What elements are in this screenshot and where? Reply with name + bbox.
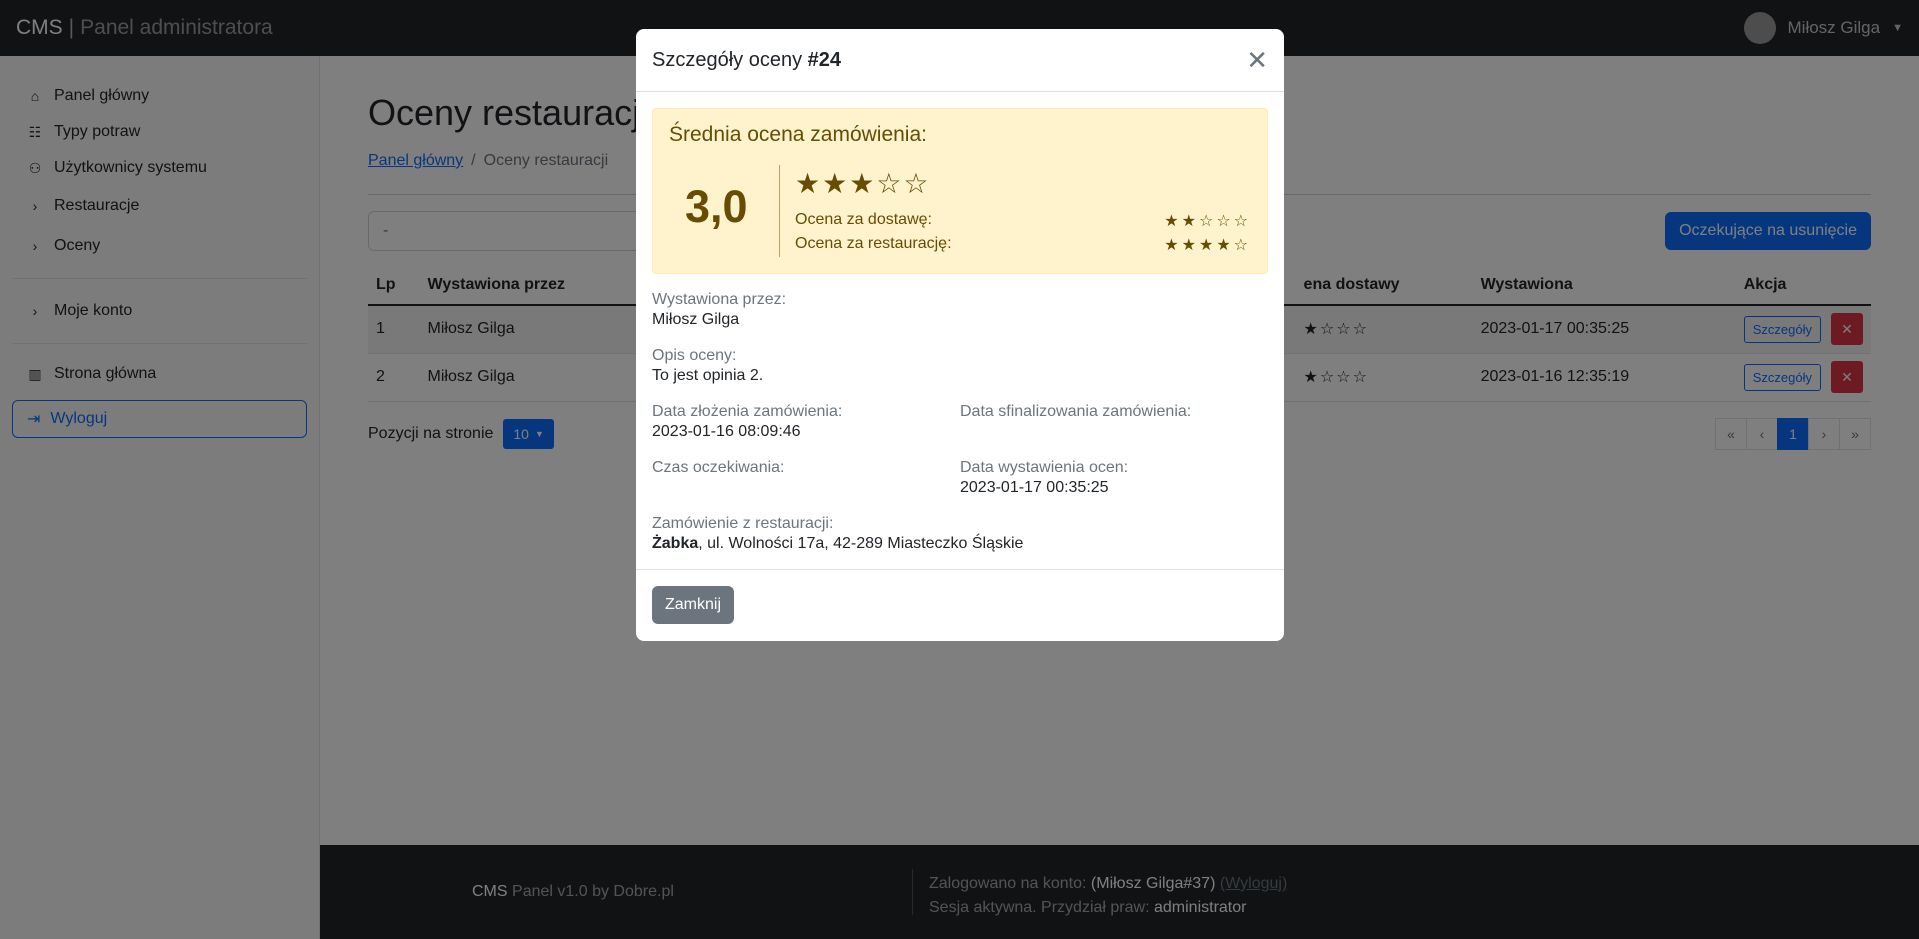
restaurant-rating-line: Ocena za restaurację: ★★★★☆ [795,235,1251,254]
restaurant-from-value: Żabka, ul. Wolności 17a, 42-289 Miastecz… [652,534,1268,554]
by-value: Miłosz Gilga [652,311,740,328]
issued-date-label: Data wystawienia ocen: [960,459,1129,476]
delivery-rating-stars: ★★☆☆☆ [1164,213,1251,230]
modal-footer: Zamknij [636,569,1284,641]
modal-header: Szczegóły oceny #24 ✕ [636,29,1284,92]
description-label: Opis oceny: [652,347,737,364]
average-rating-box: Średnia ocena zamówienia: 3,0 ★★★☆☆ Ocen… [652,108,1268,274]
restaurant-name: Żabka [652,535,699,552]
by-label: Wystawiona przez: [652,291,787,308]
modal-title: Szczegóły oceny #24 [652,48,842,71]
average-rating-stars: ★★★☆☆ [795,168,931,199]
modal-body: Średnia ocena zamówienia: 3,0 ★★★☆☆ Ocen… [636,92,1284,554]
restaurant-address: , ul. Wolności 17a, 42-289 Miasteczko Śl… [698,535,1024,552]
order-date-label: Data złożenia zamówienia: [652,403,843,420]
average-rating-title: Średnia ocena zamówienia: [669,123,927,146]
issued-date-value: 2023-01-17 00:35:25 [960,479,1109,496]
delivery-rating-line: Ocena za dostawę: ★★☆☆☆ [795,211,1251,230]
restaurant-rating-stars: ★★★★☆ [1164,237,1251,254]
order-date-value: 2023-01-16 08:09:46 [652,423,801,440]
close-icon[interactable]: ✕ [1246,47,1268,73]
average-rating-value: 3,0 [685,181,748,232]
restaurant-from-label: Zamówienie z restauracji: [652,515,834,532]
finalized-date-label: Data sfinalizowania zamówienia: [960,403,1192,420]
description-value: To jest opinia 2. [652,367,764,384]
wait-time-label: Czas oczekiwania: [652,459,785,476]
rating-details-modal: Szczegóły oceny #24 ✕ Średnia ocena zamó… [636,29,1284,641]
close-button[interactable]: Zamknij [652,586,735,624]
